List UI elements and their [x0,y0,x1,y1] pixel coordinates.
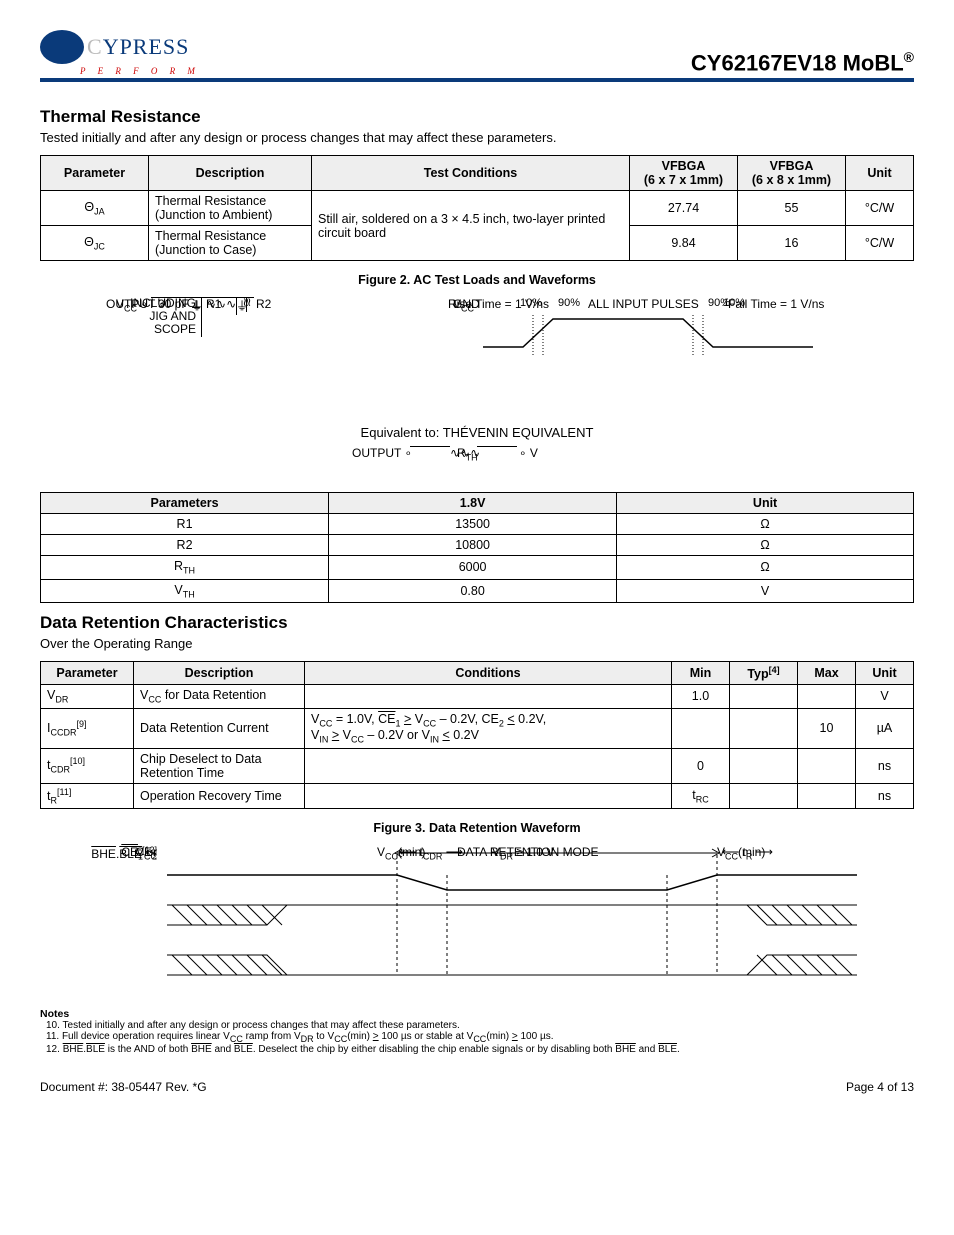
note-item: 10. Tested initially and after any desig… [46,1020,914,1031]
section-subtitle-data-retention: Over the Operating Range [40,636,914,651]
logo-letter: C [87,34,103,59]
table-row: ICCDR[9] Data Retention Current VCC = 1.… [41,708,914,748]
jig-label: INCLUDING JIG AND SCOPE [126,297,196,337]
col-vf1: VFBGA(6 x 7 x 1mm) [630,156,738,191]
col-param: Parameter [41,662,134,685]
col-min: Min [672,662,730,685]
header-rule [40,78,914,82]
table-row: VDR VCC for Data Retention 1.0 V [41,685,914,709]
note-item: 12. BHE.BLE is the AND of both BHE and B… [46,1044,914,1055]
col-cond: Conditions [305,662,672,685]
table-row: RTH6000Ω [41,556,914,580]
params-table: Parameters 1.8V Unit R113500Ω R210800Ω R… [40,492,914,603]
thermal-table: Parameter Description Test Conditions VF… [40,155,914,261]
table-row: tR[11] Operation Recovery Time tRC ns [41,783,914,809]
min-trc: tRC [672,783,730,809]
data-retention-table: Parameter Description Conditions Min Typ… [40,661,914,809]
waveform-icon [483,315,823,370]
thevenin-label: Equivalent to: THÉVENIN EQUIVALENT [40,425,914,440]
page-header: CYPRESS P E R F O R M CY62167EV18 MoBL® [40,30,914,76]
notes-title: Notes [40,1008,914,1020]
col-param: Parameter [41,156,149,191]
table-row: R210800Ω [41,535,914,556]
col-param: Parameters [41,493,329,514]
data-retention-waveform: VCC CE1 or BHE.BLE[12] or CE2 DATA RETEN… [97,845,857,990]
globe-icon [40,30,84,64]
col-desc: Description [149,156,312,191]
load-circuit: R1 VCC ∘ ∿∿∿ OUTPUT ∘ ⟂ ⟂ 30 pF ≋ R2 ⏚ ⏚… [106,297,316,417]
col-unit: Unit [846,156,914,191]
col-max: Max [798,662,856,685]
fall-time: Fall Time = 1 V/ns [728,297,824,311]
note-item: 11. Full device operation requires linea… [46,1031,914,1044]
table-row: VTH0.80V [41,579,914,603]
figure2-caption: Figure 2. AC Test Loads and Waveforms [40,273,914,287]
r2-label: R2 [256,297,271,311]
doc-number: Document #: 38-05447 Rev. *G [40,1080,207,1094]
col-vf2: VFBGA(6 x 8 x 1mm) [738,156,846,191]
table-row: tCDR[10] Chip Deselect to Data Retention… [41,748,914,783]
brand-logo: CYPRESS P E R F O R M [40,30,200,76]
doc-title: CY62167EV18 MoBL® [691,49,914,76]
figure3-caption: Figure 3. Data Retention Waveform [40,821,914,835]
logo-tagline: P E R F O R M [80,66,200,76]
col-desc: Description [134,662,305,685]
page-footer: Document #: 38-05447 Rev. *G Page 4 of 1… [40,1080,914,1094]
wave-title: ALL INPUT PULSES [588,297,699,311]
section-subtitle-thermal: Tested initially and after any design or… [40,130,914,145]
section-title-thermal: Thermal Resistance [40,107,914,127]
col-cond: Test Conditions [312,156,630,191]
col-typ: Typ[4] [730,662,798,685]
col-unit: Unit [617,493,914,514]
table-row: R113500Ω [41,514,914,535]
thevenin-circuit: RTH OUTPUT ∘ ∿∿∿ ∘ V [40,446,914,482]
page-number: Page 4 of 13 [846,1080,914,1094]
waveform-icon [167,845,857,990]
logo-rest: YPRESS [103,34,190,59]
table-row: ΘJA Thermal Resistance (Junction to Ambi… [41,191,914,226]
col-val: 1.8V [329,493,617,514]
col-unit: Unit [856,662,914,685]
cond-cell: VCC = 1.0V, CE1 > VCC – 0.2V, CE2 < 0.2V… [305,708,672,748]
figure2-body: R1 VCC ∘ ∿∿∿ OUTPUT ∘ ⟂ ⟂ 30 pF ≋ R2 ⏚ ⏚… [40,297,914,417]
section-title-data-retention: Data Retention Characteristics [40,613,914,633]
notes-section: Notes 10. Tested initially and after any… [40,1008,914,1055]
input-waveform: ALL INPUT PULSES VCC GND 10% 90% 90% 10%… [448,297,848,417]
rise-time: Rise Time = 1 V/ns [448,297,549,311]
